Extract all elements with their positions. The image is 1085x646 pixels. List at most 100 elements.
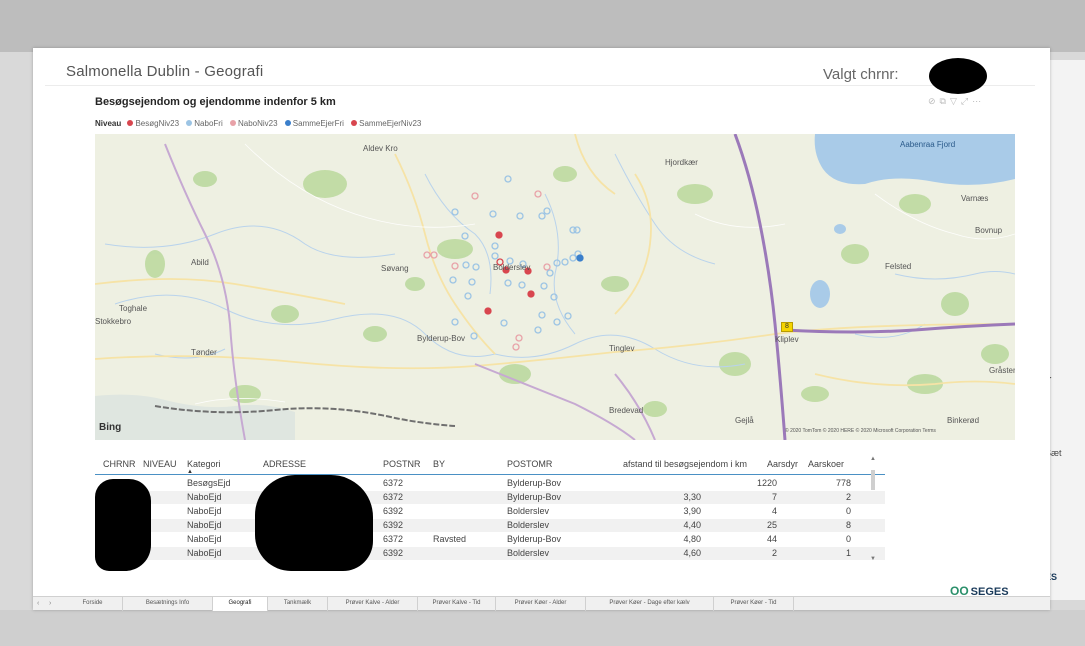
cell-postnr: 6392 (383, 506, 404, 516)
column-header-afstand[interactable]: afstand til besøgsejendom i km (623, 459, 747, 469)
page-tab[interactable]: Forside (63, 597, 123, 611)
map-place-label: Gråsten (989, 366, 1015, 375)
scroll-up-icon[interactable]: ▲ (869, 456, 877, 462)
cell-afstand: 3,90 (683, 506, 701, 516)
map-area[interactable]: Aldev Kro Hjordkær Aabenraa Fjord Varnæs… (95, 134, 1015, 440)
pin-icon[interactable]: ⊘ (928, 96, 940, 106)
map-attribution: © 2020 TomTom © 2020 HERE © 2020 Microso… (785, 428, 936, 434)
cell-postnr: 6372 (383, 478, 404, 488)
cell-postomr: Bylderup-Bov (507, 478, 562, 488)
table-row[interactable]: NaboEjd 6372 Ravsted Bylderup-Bov 4,80 44 0 (95, 533, 885, 546)
cell-postomr: Bolderslev (507, 548, 550, 558)
map-place-label: Bolderslev (493, 263, 531, 272)
scroll-down-icon[interactable]: ▼ (869, 556, 877, 562)
page-tab[interactable]: Tankmælk (268, 597, 328, 611)
cell-kategori: BesøgsEjd (187, 478, 231, 488)
map-place-label: Kliplev (775, 335, 799, 344)
column-header-aarskoer[interactable]: Aarskoer (808, 459, 844, 469)
redacted-chrnr-column (95, 479, 151, 571)
column-header-postomr[interactable]: POSTOMR (507, 459, 552, 469)
legend-dot-icon (351, 120, 358, 126)
table-scrollbar[interactable]: ▲ ▼ (869, 456, 877, 566)
tab-prev-icon[interactable]: ‹ (37, 597, 39, 611)
table-row[interactable]: NaboEjd 6372 Bylderup-Bov 3,30 7 2 (95, 491, 885, 504)
map-place-label: Aabenraa Fjord (900, 140, 956, 149)
report-canvas: Salmonella Dublin - Geografi Valgt chrnr… (33, 48, 1050, 610)
legend-dot-icon (127, 120, 134, 126)
cell-kategori: NaboEjd (187, 506, 222, 516)
map-place-label: Abild (191, 258, 209, 267)
map-place-label: Toghale (119, 304, 148, 313)
column-header-by[interactable]: BY (433, 459, 445, 469)
cell-postomr: Bylderup-Bov (507, 534, 562, 544)
cell-aarsdyr: 1220 (756, 478, 777, 488)
column-header-niveau[interactable]: NIVEAU (143, 459, 177, 469)
cell-kategori: NaboEjd (187, 534, 222, 544)
map-place-label: Gejlå (735, 416, 754, 425)
column-header-aarsdyr[interactable]: Aarsdyr (767, 459, 798, 469)
property-table[interactable]: CHRNR NIVEAU Kategori ▲ ADRESSE POSTNR B… (95, 453, 885, 571)
table-row[interactable]: NaboEjd 6392 Bolderslev 3,90 4 0 (95, 505, 885, 518)
map-place-label: Tinglev (609, 344, 635, 353)
cell-aarskoer: 8 (845, 520, 851, 530)
visual-header-icons: ⊘⧉▽⤢⋯ (928, 96, 985, 107)
cell-aarskoer: 0 (845, 506, 851, 516)
cell-aarskoer: 778 (835, 478, 851, 488)
map-place-label: Bovnup (975, 226, 1003, 235)
legend-item[interactable]: BesøgNiv23 (127, 119, 179, 128)
column-header-chrnr[interactable]: CHRNR (103, 459, 136, 469)
cell-aarskoer: 2 (845, 492, 851, 502)
column-header-adresse[interactable]: ADRESSE (263, 459, 306, 469)
page-tab[interactable]: Prøver Køer - Alder (496, 597, 586, 611)
legend-item[interactable]: NaboNiv23 (229, 119, 278, 128)
page-tab[interactable]: Prøver Kalve - Alder (328, 597, 418, 611)
cell-postomr: Bolderslev (507, 520, 550, 530)
map-place-label: Tønder (191, 348, 217, 357)
map-basemap (95, 134, 1015, 440)
page-tab[interactable]: Prøver Køer - Dage efter kælv (586, 597, 714, 611)
cell-by: Ravsted (433, 534, 467, 544)
selected-chrnr-redacted (929, 58, 987, 94)
cell-aarsdyr: 25 (766, 520, 777, 530)
page-tab[interactable]: Prøver Køer - Tid (714, 597, 794, 611)
legend-item[interactable]: NaboFri (186, 119, 223, 128)
map-place-label: Felsted (885, 262, 912, 271)
more-options-icon[interactable]: ⋯ (972, 96, 985, 106)
scrollbar-thumb[interactable] (871, 470, 875, 490)
map-place-label: Varnæs (961, 194, 989, 203)
map-place-label: Søvang (381, 264, 409, 273)
focus-mode-icon[interactable]: ⤢ (961, 96, 972, 106)
cell-afstand: 4,80 (683, 534, 701, 544)
table-row[interactable]: BesøgsEjd 6372 Bylderup-Bov 1220 778 (95, 477, 885, 490)
cell-aarskoer: 1 (845, 548, 851, 558)
cell-afstand: 3,30 (683, 492, 701, 502)
cell-kategori: NaboEjd (187, 492, 222, 502)
table-row[interactable]: NaboEjd 6392 Bolderslev 4,40 25 8 (95, 519, 885, 532)
cell-kategori: NaboEjd (187, 548, 222, 558)
table-header: CHRNR NIVEAU Kategori ▲ ADRESSE POSTNR B… (95, 453, 885, 475)
page-tab[interactable]: Besætnings Info (123, 597, 213, 611)
map-visual-title: Besøgsejendom og ejendomme indenfor 5 km (95, 96, 336, 108)
map-place-label: Aldev Kro (363, 144, 398, 153)
legend-dot-icon (229, 120, 236, 126)
cell-afstand: 4,60 (683, 548, 701, 558)
page-tab-bar: ‹ › Forside Besætnings Info Geografi Tankmæ… (33, 596, 1050, 611)
page-tab[interactable]: Geografi (213, 597, 268, 611)
cell-aarsdyr: 4 (771, 506, 777, 516)
tab-next-icon[interactable]: › (49, 597, 51, 611)
legend-item[interactable]: SammeEjerFri (284, 119, 344, 128)
cell-kategori: NaboEjd (187, 520, 222, 530)
copy-icon[interactable]: ⧉ (940, 96, 950, 106)
map-place-label: Stokkebro (95, 317, 132, 326)
window-top-background (0, 0, 1085, 52)
column-header-kategori[interactable]: Kategori (187, 459, 221, 469)
map-legend: Niveau BesøgNiv23 NaboFri NaboNiv23 Samm… (95, 119, 426, 128)
cell-aarsdyr: 7 (771, 492, 777, 502)
cell-postomr: Bolderslev (507, 506, 550, 516)
column-header-postnr[interactable]: POSTNR (383, 459, 421, 469)
filter-icon[interactable]: ▽ (950, 96, 961, 106)
table-row[interactable]: NaboEjd 6392 Bolderslev 4,60 2 1 (95, 547, 885, 560)
page-tab[interactable]: Prøver Kalve - Tid (418, 597, 496, 611)
legend-title: Niveau (95, 119, 122, 128)
legend-item[interactable]: SammeEjerNiv23 (351, 119, 421, 128)
